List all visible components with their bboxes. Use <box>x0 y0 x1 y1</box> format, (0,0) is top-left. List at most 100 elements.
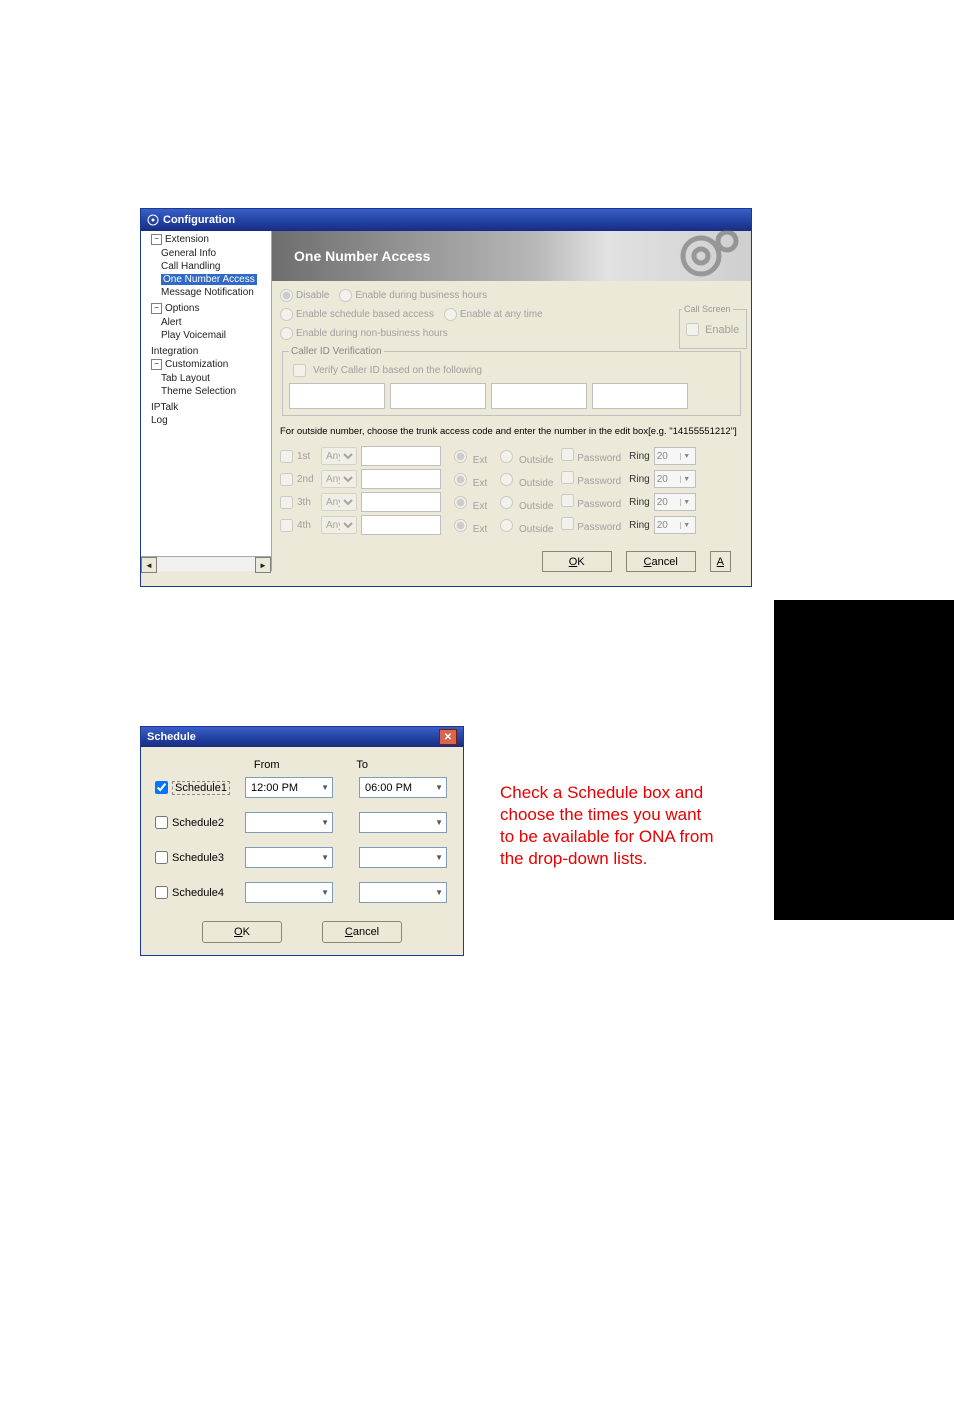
scroll-track[interactable] <box>157 557 255 571</box>
caller-id-field-1[interactable] <box>289 383 385 409</box>
schedule-ok-button[interactable]: OK <box>202 921 282 943</box>
forward-row-3: 3th Any Ext Outside Password Ring 20▼ <box>280 492 743 512</box>
tree-item-tab-layout[interactable]: Tab Layout <box>161 372 271 385</box>
tree-item-theme-selection[interactable]: Theme Selection <box>161 385 271 398</box>
row3-radio-outside[interactable]: Outside <box>495 493 553 512</box>
tree-item-extension[interactable]: Extension <box>165 234 209 245</box>
row3-password[interactable]: Password <box>561 494 621 510</box>
row1-password[interactable]: Password <box>561 448 621 464</box>
caller-id-field-2[interactable] <box>390 383 486 409</box>
caller-id-field-4[interactable] <box>592 383 688 409</box>
tree-item-options[interactable]: Options <box>165 303 199 314</box>
tree-item-log[interactable]: Log <box>151 414 271 427</box>
row1-ring-select[interactable]: 20▼ <box>654 447 696 465</box>
call-screen-legend: Call Screen <box>682 304 733 314</box>
schedule1-from-select[interactable]: 12:00 PM▼ <box>245 777 333 798</box>
row3-trunk-select[interactable]: Any <box>321 493 357 511</box>
row3-number-input[interactable] <box>361 492 441 512</box>
schedule3-to-select[interactable]: ▼ <box>359 847 447 868</box>
row4-checkbox[interactable] <box>280 519 293 532</box>
radio-disable[interactable]: Disable <box>280 289 329 302</box>
schedule3-from-select[interactable]: ▼ <box>245 847 333 868</box>
row2-ordinal: 2nd <box>297 474 317 485</box>
schedule-row-3: Schedule3 ▼ ▼ <box>155 847 449 868</box>
row2-radio-ext[interactable]: Ext <box>449 470 487 489</box>
row3-checkbox[interactable] <box>280 496 293 509</box>
tree-collapse-icon[interactable]: − <box>151 359 162 370</box>
tree-collapse-icon[interactable]: − <box>151 234 162 245</box>
schedule2-checkbox[interactable]: Schedule2 <box>155 816 245 829</box>
row1-number-input[interactable] <box>361 446 441 466</box>
row2-password[interactable]: Password <box>561 471 621 487</box>
close-icon[interactable]: ✕ <box>439 729 457 745</box>
schedule2-to-select[interactable]: ▼ <box>359 812 447 833</box>
schedule2-from-select[interactable]: ▼ <box>245 812 333 833</box>
forward-row-1: 1st Any Ext Outside Password Ring 20▼ <box>280 446 743 466</box>
schedule-title-bar: Schedule ✕ <box>141 727 463 747</box>
row4-radio-outside[interactable]: Outside <box>495 516 553 535</box>
schedule-cancel-button[interactable]: Cancel <box>322 921 402 943</box>
verify-checkbox[interactable] <box>293 364 306 377</box>
row2-radio-outside[interactable]: Outside <box>495 470 553 489</box>
row1-trunk-select[interactable]: Any <box>321 447 357 465</box>
tree-item-iptalk[interactable]: IPTalk <box>151 401 271 414</box>
gear-icon <box>147 214 159 226</box>
scroll-right-icon[interactable]: ► <box>255 557 271 573</box>
tree-item-alert[interactable]: Alert <box>161 316 271 329</box>
forward-row-4: 4th Any Ext Outside Password Ring 20▼ <box>280 515 743 535</box>
tree-scrollbar[interactable]: ◄ ► <box>141 556 271 571</box>
tree-item-integration[interactable]: Integration <box>151 345 271 358</box>
banner-cog-icon <box>671 229 741 283</box>
caller-id-field-3[interactable] <box>491 383 587 409</box>
radio-enable-bh[interactable]: Enable during business hours <box>339 289 487 302</box>
row3-ring-select[interactable]: 20▼ <box>654 493 696 511</box>
tree-collapse-icon[interactable]: − <box>151 303 162 314</box>
cancel-button[interactable]: Cancel <box>626 551 696 572</box>
verify-label: Verify Caller ID based on the following <box>313 365 482 376</box>
call-screen-enable[interactable]: Enable <box>682 320 744 339</box>
schedule1-to-select[interactable]: 06:00 PM▼ <box>359 777 447 798</box>
schedule4-from-select[interactable]: ▼ <box>245 882 333 903</box>
banner-title: One Number Access <box>294 248 430 264</box>
tree-item-call-handling[interactable]: Call Handling <box>161 260 271 273</box>
row4-number-input[interactable] <box>361 515 441 535</box>
row2-number-input[interactable] <box>361 469 441 489</box>
radio-enable-nbh[interactable]: Enable during non-business hours <box>280 327 448 340</box>
schedule4-checkbox[interactable]: Schedule4 <box>155 886 245 899</box>
row1-radio-outside[interactable]: Outside <box>495 447 553 466</box>
tree-item-general-info[interactable]: General Info <box>161 247 271 260</box>
schedule-title: Schedule <box>147 731 196 743</box>
schedule1-checkbox[interactable]: Schedule1 <box>155 781 245 795</box>
row4-password[interactable]: Password <box>561 517 621 533</box>
row2-ring-select[interactable]: 20▼ <box>654 470 696 488</box>
row3-ordinal: 3th <box>297 497 317 508</box>
forwarding-rows: 1st Any Ext Outside Password Ring 20▼ <box>280 443 743 535</box>
row1-radio-ext[interactable]: Ext <box>449 447 487 466</box>
row1-checkbox[interactable] <box>280 450 293 463</box>
schedule3-checkbox[interactable]: Schedule3 <box>155 851 245 864</box>
radio-enable-sched[interactable]: Enable schedule based access <box>280 308 434 321</box>
scroll-left-icon[interactable]: ◄ <box>141 557 157 573</box>
access-mode-radios: Disable Enable during business hours Ena… <box>280 289 610 340</box>
tree-item-play-voicemail[interactable]: Play Voicemail <box>161 329 271 342</box>
row4-ring-select[interactable]: 20▼ <box>654 516 696 534</box>
row2-trunk-select[interactable]: Any <box>321 470 357 488</box>
schedule-header-row: From To <box>155 759 449 771</box>
black-sidebar-block <box>774 600 954 920</box>
configuration-title-bar: Configuration <box>141 209 751 231</box>
schedule4-to-select[interactable]: ▼ <box>359 882 447 903</box>
row3-radio-ext[interactable]: Ext <box>449 493 487 512</box>
schedule-row-1: Schedule1 12:00 PM▼ 06:00 PM▼ <box>155 777 449 798</box>
tree-item-message-notification[interactable]: Message Notification <box>161 286 271 299</box>
row4-radio-ext[interactable]: Ext <box>449 516 487 535</box>
nav-tree[interactable]: −Extension General Info Call Handling On… <box>141 231 272 571</box>
tree-item-one-number-access[interactable]: One Number Access <box>161 274 257 285</box>
row4-ring-label: Ring <box>629 520 650 531</box>
radio-enable-any[interactable]: Enable at any time <box>444 308 543 321</box>
ok-button[interactable]: OK <box>542 551 612 572</box>
row2-checkbox[interactable] <box>280 473 293 486</box>
tree-item-customization[interactable]: Customization <box>165 359 228 370</box>
row4-trunk-select[interactable]: Any <box>321 516 357 534</box>
apply-button[interactable]: A <box>710 551 731 572</box>
from-header: From <box>254 759 347 771</box>
